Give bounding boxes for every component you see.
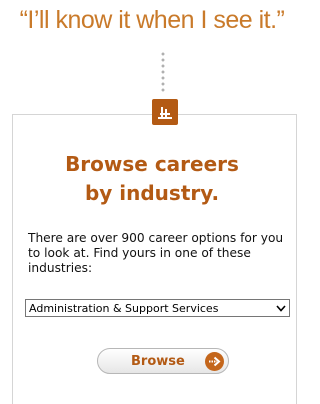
industry-select[interactable]: Administration & Support Services: [25, 299, 290, 317]
browse-careers-widget: “I’ll know it when I see it.” Browse car…: [0, 0, 304, 404]
browse-button-label: Browse: [131, 353, 185, 369]
browse-button[interactable]: Browse: [97, 348, 229, 374]
chevron-down-icon: [273, 304, 289, 312]
card-headline: Browse careers by industry.: [0, 150, 304, 208]
intro-text: There are over 900 career options for yo…: [28, 231, 284, 275]
tagline-quote: “I’ll know it when I see it.”: [19, 6, 285, 34]
industry-select-value: Administration & Support Services: [29, 301, 219, 315]
toolbox-icon: [152, 99, 178, 125]
dotted-connector: [161, 52, 165, 92]
headline-line-2: by industry.: [84, 181, 220, 205]
headline-line-1: Browse careers: [65, 152, 239, 176]
arrow-right-circle-icon: [205, 352, 224, 371]
